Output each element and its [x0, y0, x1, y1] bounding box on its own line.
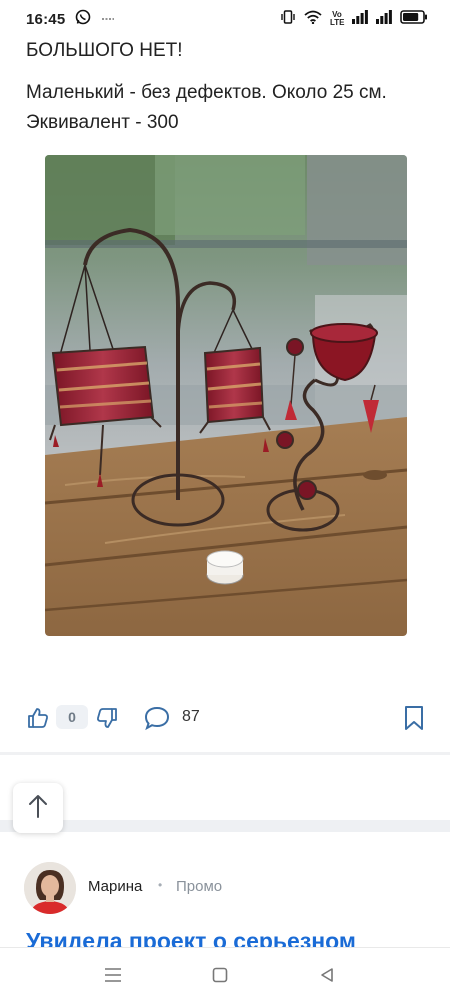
signal-icon [352, 10, 368, 28]
post-line-3: Эквивалент - 300 [26, 112, 179, 133]
post-text: БОЛЬШОГО НЕТ! Маленький - без дефектов. … [26, 36, 426, 138]
feed-separator [0, 820, 450, 832]
candle-holders-image [45, 155, 407, 636]
post-photo[interactable] [45, 155, 407, 636]
thumbs-down-icon[interactable] [94, 705, 120, 731]
vibrate-icon [280, 10, 296, 28]
back-triangle-icon[interactable] [312, 960, 342, 990]
system-nav-bar [0, 947, 450, 1000]
status-right: Vo LTE [280, 10, 428, 28]
comment-icon[interactable] [143, 705, 171, 731]
status-left: 16:45 [26, 9, 115, 29]
battery-icon [400, 10, 428, 28]
signal-icon [376, 10, 392, 28]
promo-label: Промо [176, 878, 223, 895]
arrow-up-icon [28, 793, 48, 824]
scroll-to-top-button[interactable] [13, 783, 63, 833]
post-line-2: Маленький - без дефектов. Около 25 см. [26, 82, 387, 103]
author-name[interactable]: Марина [88, 878, 142, 895]
whatsapp-icon [75, 9, 91, 29]
like-count-badge: 0 [56, 705, 88, 729]
wifi-icon [304, 10, 322, 28]
promo-title[interactable]: Увидела проект о серьезном [26, 928, 446, 947]
comment-count: 87 [182, 708, 200, 725]
bookmark-icon[interactable] [401, 704, 427, 732]
status-bar: 16:45 Vo LTE [0, 0, 450, 38]
post-line-1: БОЛЬШОГО НЕТ! [26, 40, 183, 61]
avatar[interactable] [24, 862, 76, 914]
status-time: 16:45 [26, 10, 66, 28]
post-actions: 0 87 [0, 700, 450, 736]
volte-icon: Vo LTE [330, 10, 345, 27]
cast-icon [101, 11, 115, 28]
separator-dot: • [158, 878, 163, 892]
home-square-icon[interactable] [205, 960, 235, 990]
promo-card[interactable]: Марина • Промо Увидела проект о серьезно… [0, 832, 450, 947]
menu-icon[interactable] [98, 960, 128, 990]
thumbs-up-icon[interactable] [25, 705, 51, 731]
